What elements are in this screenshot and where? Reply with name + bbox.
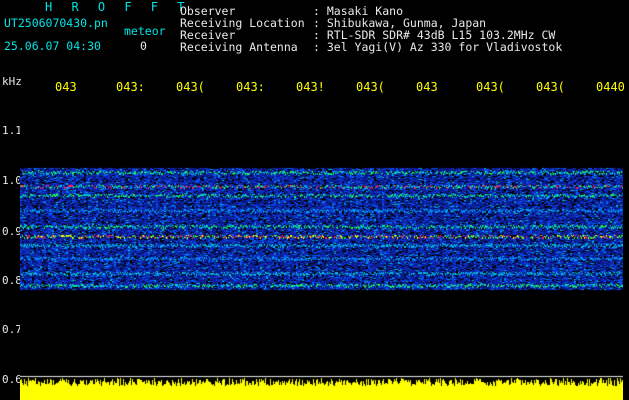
- time-tick: 043: [416, 80, 438, 94]
- time-tick: 043!: [296, 80, 325, 94]
- meteor-count: 0: [140, 39, 147, 53]
- time-tick: 043:: [116, 80, 145, 94]
- time-tick: 043(: [476, 80, 505, 94]
- antenna-label: Receiving Antenna: [180, 40, 298, 54]
- freq-tick: 0.7: [2, 323, 22, 336]
- freq-tick: 0.8: [2, 274, 22, 287]
- time-tick: 043(: [356, 80, 385, 94]
- time-tick: 043(: [176, 80, 205, 94]
- file-name: UT2506070430.pn: [4, 16, 108, 30]
- freq-tick: 1.0: [2, 174, 22, 187]
- time-tick: 043(: [536, 80, 565, 94]
- app-title: H R O F F T: [45, 0, 191, 14]
- frequency-unit-label: kHz: [2, 75, 22, 88]
- freq-tick: 0.6: [2, 373, 22, 386]
- antenna-value: : 3el Yagi(V) Az 330 for Vladivostok: [313, 40, 563, 54]
- spectrogram-canvas: [20, 98, 623, 400]
- freq-tick: 0.9: [2, 225, 22, 238]
- meteor-label: meteor: [124, 24, 166, 38]
- spectrogram-panel: [20, 98, 623, 400]
- freq-tick: 1.1: [2, 124, 22, 137]
- time-tick: 043: [55, 80, 77, 94]
- time-tick: 043:: [236, 80, 265, 94]
- timestamp: 25.06.07 04:30: [4, 39, 101, 53]
- time-tick: 0440: [596, 80, 625, 94]
